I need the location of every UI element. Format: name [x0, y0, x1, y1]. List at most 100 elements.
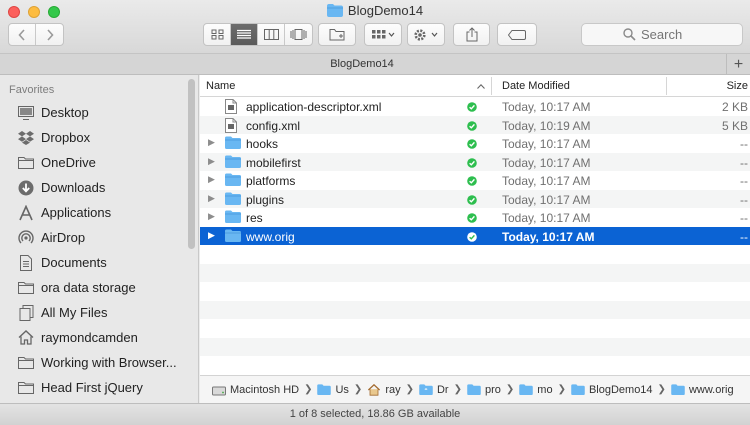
- file-row[interactable]: config.xml Today, 10:19 AM 5 KB: [200, 115, 750, 134]
- disclosure-triangle-icon[interactable]: ▶: [208, 156, 215, 167]
- airdrop-icon: [17, 229, 35, 247]
- folder-icon: [225, 210, 241, 226]
- sidebar-scrollbar[interactable]: [188, 79, 195, 249]
- path-item[interactable]: Us: [317, 384, 349, 396]
- tag-icon: [508, 29, 526, 40]
- folder-icon: [317, 384, 332, 395]
- sidebar-item-raymondcamden[interactable]: raymondcamden: [0, 325, 186, 350]
- column-view-button[interactable]: [258, 24, 285, 45]
- column-divider[interactable]: [666, 77, 667, 95]
- file-row[interactable]: ▶ plugins Today, 10:17 AM --: [200, 189, 750, 208]
- path-item[interactable]: BlogDemo14: [571, 384, 653, 396]
- sidebar-item-downloads[interactable]: Downloads: [0, 175, 186, 200]
- sidebar-item-all-my-files[interactable]: All My Files: [0, 300, 186, 325]
- column-name-header[interactable]: Name: [206, 80, 235, 92]
- file-name: mobilefirst: [246, 155, 301, 170]
- forward-button[interactable]: [36, 24, 63, 45]
- file-name: www.orig: [246, 229, 295, 244]
- new-folder-button[interactable]: [318, 23, 356, 46]
- sidebar-item-documents[interactable]: Documents: [0, 250, 186, 275]
- file-row[interactable]: ▶ mobilefirst Today, 10:17 AM --: [200, 152, 750, 171]
- hard-drive-icon: [212, 384, 226, 396]
- share-button[interactable]: [453, 23, 490, 46]
- empty-row: [200, 282, 750, 301]
- search-input[interactable]: [641, 27, 701, 42]
- path-separator-icon: ❯: [353, 384, 363, 395]
- disclosure-triangle-icon[interactable]: ▶: [208, 211, 215, 222]
- file-date: Today, 10:17 AM: [502, 137, 591, 151]
- all-files-icon: [17, 304, 35, 322]
- arrange-button[interactable]: [364, 23, 402, 46]
- disclosure-triangle-icon[interactable]: ▶: [208, 193, 215, 204]
- sidebar-item-label: OneDrive: [41, 155, 96, 170]
- list-view-button[interactable]: [231, 24, 258, 45]
- file-date: Today, 10:17 AM: [502, 229, 595, 244]
- path-separator-icon: ❯: [304, 384, 313, 395]
- action-button[interactable]: [407, 23, 445, 46]
- column-date-header[interactable]: Date Modified: [502, 80, 570, 92]
- search-field[interactable]: [581, 23, 743, 46]
- back-forward-control: [8, 23, 64, 46]
- file-size: 2 KB: [721, 100, 748, 114]
- path-item[interactable]: Macintosh HD: [212, 384, 299, 396]
- new-tab-button[interactable]: +: [726, 54, 750, 75]
- path-separator-icon: ❯: [505, 384, 515, 395]
- column-size-header[interactable]: Size: [727, 80, 748, 92]
- window-titlebar: BlogDemo14: [0, 0, 750, 54]
- empty-row: [200, 356, 750, 375]
- column-divider[interactable]: [491, 77, 492, 95]
- sidebar-item-label: raymondcamden: [41, 330, 138, 345]
- folder-icon: [17, 379, 35, 397]
- file-row[interactable]: ▶ www.orig Today, 10:17 AM --: [200, 226, 750, 245]
- folder-icon: [571, 384, 585, 395]
- sidebar-item-head-first-jquery[interactable]: Head First jQuery: [0, 375, 186, 400]
- disclosure-triangle-icon[interactable]: ▶: [208, 174, 215, 185]
- window-title: BlogDemo14: [0, 3, 750, 18]
- file-date: Today, 10:17 AM: [502, 192, 591, 207]
- file-name: application-descriptor.xml: [246, 100, 382, 114]
- back-button[interactable]: [9, 24, 36, 45]
- file-row[interactable]: ▶ platforms Today, 10:17 AM --: [200, 171, 750, 190]
- icon-view-button[interactable]: [204, 24, 231, 45]
- sidebar-item-airdrop[interactable]: AirDrop: [0, 225, 186, 250]
- disclosure-triangle-icon[interactable]: ▶: [208, 230, 215, 241]
- path-item-label: BlogDemo14: [588, 383, 653, 396]
- home-icon: [367, 383, 381, 396]
- path-item[interactable]: pro: [467, 384, 501, 396]
- sidebar-item-label: AirDrop: [41, 230, 86, 245]
- empty-row: [200, 337, 750, 356]
- downloads-icon: [17, 179, 35, 197]
- file-row[interactable]: application-descriptor.xml Today, 10:17 A…: [200, 97, 750, 116]
- sidebar-item-working-with-browser[interactable]: Working with Browser...: [0, 350, 186, 375]
- sync-check-icon: [467, 120, 477, 134]
- empty-row: [200, 300, 750, 319]
- sync-check-icon: [467, 194, 477, 208]
- sidebar-item-onedrive[interactable]: OneDrive: [0, 150, 186, 175]
- file-row[interactable]: ▶ hooks Today, 10:17 AM --: [200, 134, 750, 153]
- file-row[interactable]: ▶ res Today, 10:17 AM --: [200, 208, 750, 227]
- path-item-label: www.orig: [688, 383, 734, 396]
- disclosure-triangle-icon[interactable]: ▶: [208, 137, 215, 148]
- sidebar-item-ora-data-storage[interactable]: ora data storage: [0, 275, 186, 300]
- sidebar-item-applications[interactable]: Applications: [0, 200, 186, 225]
- file-icon: [225, 99, 237, 117]
- cover-flow-view-button[interactable]: [285, 24, 312, 45]
- edit-tags-button[interactable]: [497, 23, 537, 46]
- tab-blogdemo14[interactable]: BlogDemo14: [0, 58, 724, 70]
- file-size: --: [740, 211, 748, 225]
- path-item[interactable]: www.orig: [671, 384, 734, 396]
- window-title-label: BlogDemo14: [347, 3, 424, 18]
- empty-row: [200, 263, 750, 282]
- path-item[interactable]: mo: [519, 384, 553, 396]
- gear-icon: [414, 28, 438, 41]
- sidebar-item-desktop[interactable]: Desktop: [0, 100, 186, 125]
- new-folder-icon: [329, 29, 344, 41]
- path-item[interactable]: ray: [367, 383, 401, 396]
- sidebar-item-label: Working with Browser...: [41, 355, 177, 370]
- path-item[interactable]: Dr: [419, 384, 449, 396]
- desktop-icon: [17, 104, 35, 122]
- sync-check-icon: [467, 231, 477, 245]
- path-item-label: pro: [484, 383, 501, 396]
- sidebar-item-dropbox[interactable]: Dropbox: [0, 125, 186, 150]
- sort-ascending-icon: [477, 84, 485, 89]
